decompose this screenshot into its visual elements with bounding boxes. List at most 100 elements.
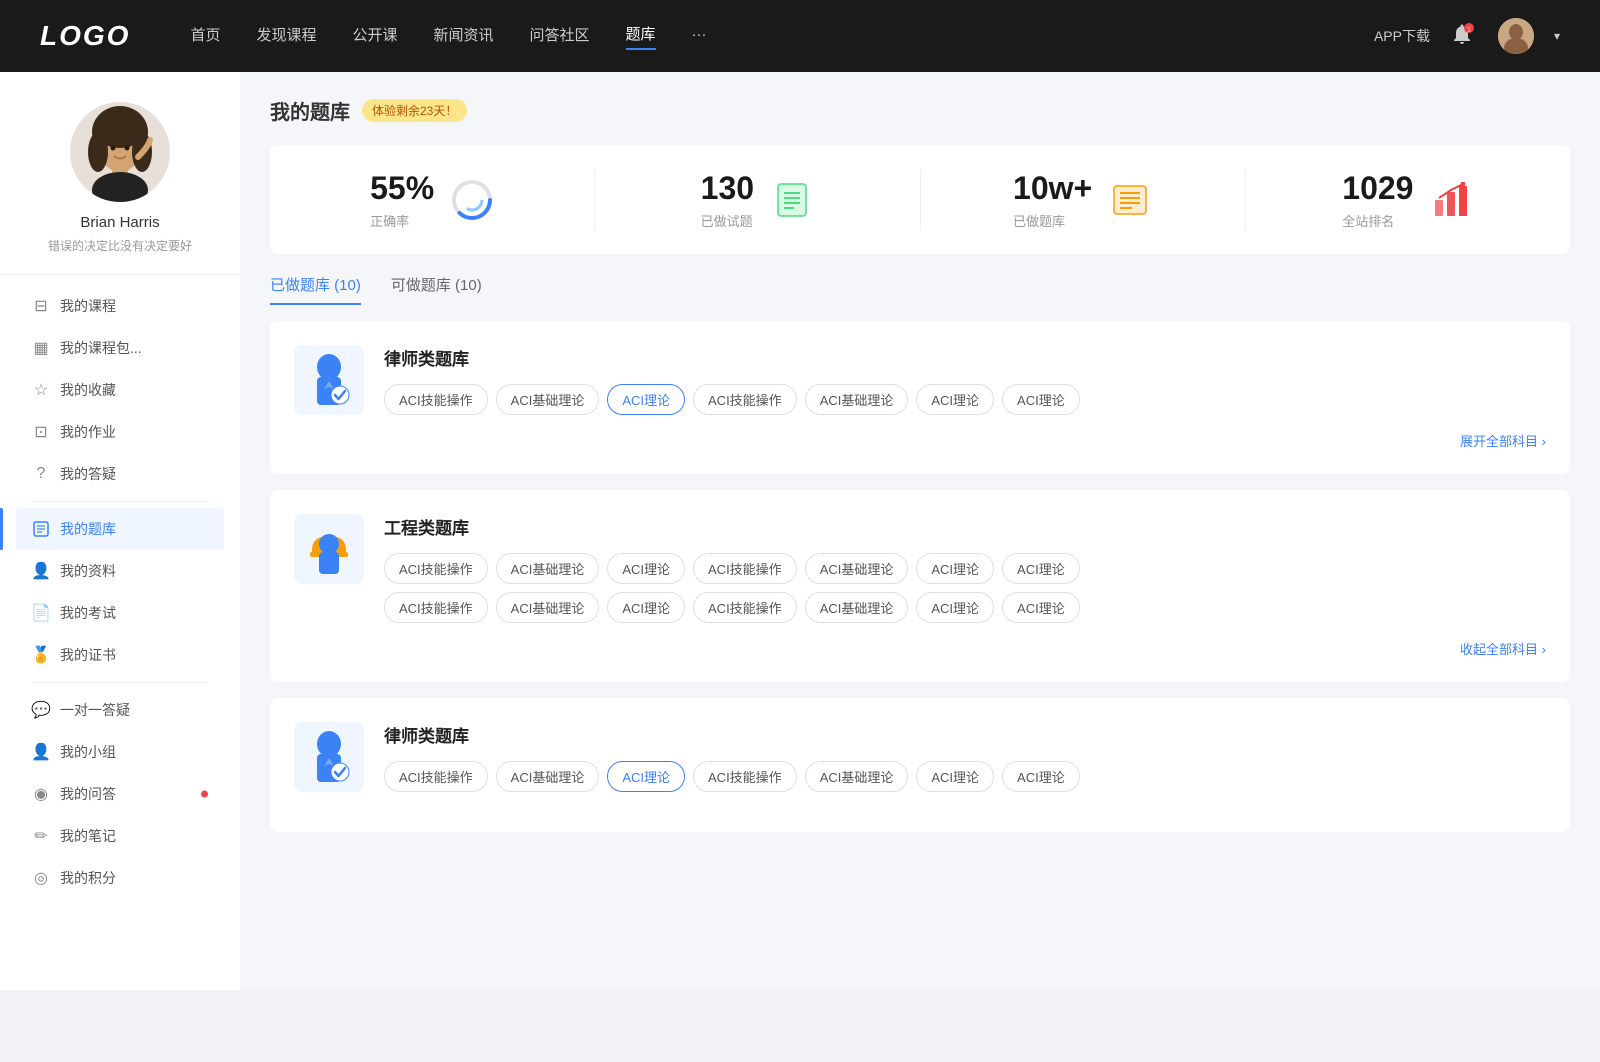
star-icon: ☆	[32, 381, 50, 399]
tag-item[interactable]: ACI基础理论	[805, 592, 909, 623]
stat-accuracy-label: 正确率	[370, 211, 434, 230]
tab-available-banks[interactable]: 可做题库 (10)	[391, 274, 482, 305]
ranking-chart-icon	[1429, 178, 1473, 222]
nav-discover[interactable]: 发现课程	[256, 24, 316, 49]
tag-item[interactable]: ACI理论	[916, 592, 994, 623]
tag-item[interactable]: ACI理论	[1002, 761, 1080, 792]
navbar-right: APP下载 1 ▾	[1374, 18, 1560, 54]
sidebar-item-label: 我的课程包...	[60, 338, 142, 358]
tag-item-active[interactable]: ACI理论	[607, 384, 685, 415]
tag-item[interactable]: ACI理论	[1002, 384, 1080, 415]
nav-questionbank[interactable]: 题库	[626, 23, 656, 50]
tag-item[interactable]: ACI理论	[1002, 553, 1080, 584]
sidebar-item-group[interactable]: 👤 我的小组	[16, 731, 224, 773]
user-motto-label: 错误的决定比没有决定要好	[48, 237, 192, 254]
done-banks-icon	[1108, 178, 1152, 222]
qbank-tags-row2: ACI技能操作 ACI基础理论 ACI理论 ACI技能操作 ACI基础理论 AC…	[384, 592, 1546, 623]
user-dropdown-arrow-icon[interactable]: ▾	[1554, 29, 1560, 43]
tag-item[interactable]: ACI基础理论	[496, 384, 600, 415]
user-avatar-nav[interactable]	[1498, 18, 1534, 54]
sidebar-item-qa[interactable]: ? 我的答疑	[16, 453, 224, 495]
tag-item[interactable]: ACI技能操作	[384, 592, 488, 623]
data-icon: 👤	[32, 562, 50, 580]
sidebar-item-label: 我的答疑	[60, 464, 116, 484]
sidebar-item-label: 我的小组	[60, 742, 116, 762]
nav-qa[interactable]: 问答社区	[530, 24, 590, 49]
certificate-icon: 🏅	[32, 646, 50, 664]
sidebar-item-homework[interactable]: ⊡ 我的作业	[16, 411, 224, 453]
tag-item[interactable]: ACI技能操作	[693, 553, 797, 584]
stat-banks-text: 10w+ 已做题库	[1013, 169, 1092, 230]
sidebar-item-question-bank[interactable]: 我的题库	[16, 508, 224, 550]
sidebar-item-label: 一对一答疑	[60, 700, 130, 720]
sidebar: Brian Harris 错误的决定比没有决定要好 ⊟ 我的课程 ▦ 我的课程包…	[0, 72, 240, 990]
sidebar-divider-1	[32, 501, 208, 502]
tag-item[interactable]: ACI理论	[607, 553, 685, 584]
expand-all-subjects-link[interactable]: 展开全部科目 ›	[294, 431, 1546, 450]
tabs-container: 已做题库 (10) 可做题库 (10)	[270, 274, 1570, 305]
stat-banks-label: 已做题库	[1013, 211, 1092, 230]
collapse-all-subjects-link[interactable]: 收起全部科目 ›	[294, 639, 1546, 658]
qbank-tags-row1: ACI技能操作 ACI基础理论 ACI理论 ACI技能操作 ACI基础理论 AC…	[384, 553, 1546, 584]
tag-item[interactable]: ACI基础理论	[496, 553, 600, 584]
tag-item[interactable]: ACI技能操作	[693, 761, 797, 792]
exam-icon: 📄	[32, 604, 50, 622]
tag-item[interactable]: ACI技能操作	[693, 384, 797, 415]
qbank-card-details: 工程类题库 ACI技能操作 ACI基础理论 ACI理论 ACI技能操作 ACI基…	[384, 514, 1546, 623]
notification-bell-icon[interactable]: 1	[1450, 22, 1478, 50]
lawyer-icon-wrap	[294, 345, 364, 415]
tag-item[interactable]: ACI理论	[916, 384, 994, 415]
tag-item[interactable]: ACI理论	[607, 592, 685, 623]
sidebar-item-favorites[interactable]: ☆ 我的收藏	[16, 369, 224, 411]
nav-home[interactable]: 首页	[190, 24, 220, 49]
sidebar-item-my-courses[interactable]: ⊟ 我的课程	[16, 285, 224, 327]
question-bank-icon	[32, 520, 50, 538]
tag-item[interactable]: ACI基础理论	[805, 384, 909, 415]
tag-item[interactable]: ACI技能操作	[384, 384, 488, 415]
tutoring-icon: 💬	[32, 701, 50, 719]
sidebar-item-points[interactable]: ◎ 我的积分	[16, 857, 224, 899]
sidebar-item-my-questions[interactable]: ◉ 我的问答	[16, 773, 224, 815]
logo[interactable]: LOGO	[40, 20, 130, 52]
done-questions-icon	[770, 178, 814, 222]
tag-item[interactable]: ACI理论	[916, 761, 994, 792]
tag-item[interactable]: ACI基础理论	[496, 761, 600, 792]
app-download-link[interactable]: APP下载	[1374, 26, 1430, 46]
stat-ranking-text: 1029 全站排名	[1342, 169, 1413, 230]
sidebar-item-notes[interactable]: ✏ 我的笔记	[16, 815, 224, 857]
stat-accuracy-number: 55%	[370, 169, 434, 207]
tag-item[interactable]: ACI基础理论	[805, 553, 909, 584]
sidebar-item-exam[interactable]: 📄 我的考试	[16, 592, 224, 634]
stat-banks-number: 10w+	[1013, 169, 1092, 207]
stat-done-questions: 130 已做试题	[595, 169, 920, 230]
trial-badge: 体验剩余23天！	[362, 99, 467, 122]
nav-more[interactable]: ···	[692, 26, 707, 47]
tag-item[interactable]: ACI理论	[916, 553, 994, 584]
notes-icon: ✏	[32, 827, 50, 845]
sidebar-item-label: 我的问答	[60, 784, 116, 804]
nav-news[interactable]: 新闻资讯	[434, 24, 494, 49]
avatar-image-nav	[1498, 18, 1534, 54]
tag-item[interactable]: ACI技能操作	[693, 592, 797, 623]
username-label: Brian Harris	[80, 214, 159, 231]
sidebar-item-certificate[interactable]: 🏅 我的证书	[16, 634, 224, 676]
tag-item[interactable]: ACI基础理论	[496, 592, 600, 623]
user-avatar	[70, 102, 170, 202]
sidebar-item-tutoring[interactable]: 💬 一对一答疑	[16, 689, 224, 731]
sidebar-item-label: 我的积分	[60, 868, 116, 888]
sidebar-item-my-data[interactable]: 👤 我的资料	[16, 550, 224, 592]
tag-item[interactable]: ACI技能操作	[384, 761, 488, 792]
stat-done-text: 130 已做试题	[701, 169, 754, 230]
tag-item[interactable]: ACI技能操作	[384, 553, 488, 584]
qbank-card-lawyer-1: 律师类题库 ACI技能操作 ACI基础理论 ACI理论 ACI技能操作 ACI基…	[270, 321, 1570, 474]
tag-item-active[interactable]: ACI理论	[607, 761, 685, 792]
tab-done-banks[interactable]: 已做题库 (10)	[270, 274, 361, 305]
tag-item[interactable]: ACI理论	[1002, 592, 1080, 623]
nav-opencourse[interactable]: 公开课	[352, 24, 397, 49]
engineer-icon-wrap	[294, 514, 364, 584]
stat-done-banks: 10w+ 已做题库	[921, 169, 1246, 230]
nav-menu: 首页 发现课程 公开课 新闻资讯 问答社区 题库 ···	[190, 23, 1374, 50]
sidebar-item-course-package[interactable]: ▦ 我的课程包...	[16, 327, 224, 369]
stat-ranking-label: 全站排名	[1342, 211, 1413, 230]
tag-item[interactable]: ACI基础理论	[805, 761, 909, 792]
